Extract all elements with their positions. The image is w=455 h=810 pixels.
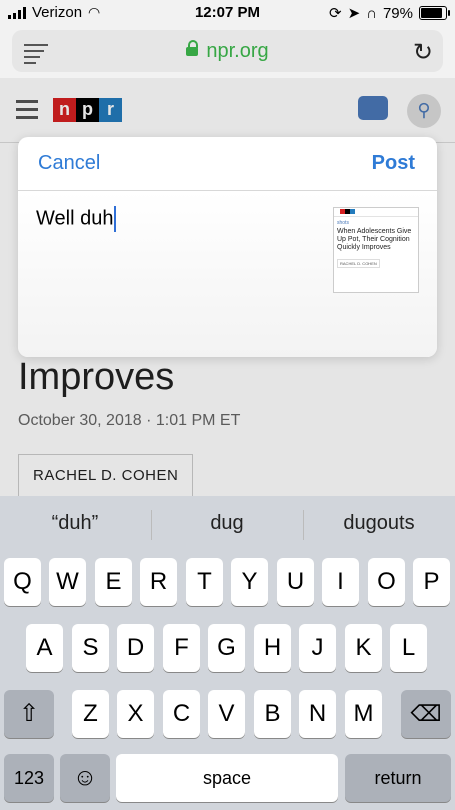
key-d[interactable]: D <box>117 624 154 672</box>
key-v[interactable]: V <box>208 690 245 738</box>
preview-header <box>334 208 418 217</box>
url-text: npr.org <box>206 40 269 62</box>
key-r[interactable]: R <box>140 558 177 606</box>
key-s[interactable]: S <box>72 624 109 672</box>
post-button[interactable]: Post <box>372 152 415 175</box>
key-g[interactable]: G <box>208 624 245 672</box>
battery-icon <box>419 6 450 20</box>
cancel-button[interactable]: Cancel <box>38 152 100 175</box>
emoji-key[interactable]: ☺ <box>60 754 110 802</box>
url-display[interactable]: npr.org <box>12 40 443 63</box>
emoji-icon: ☺ <box>72 764 98 791</box>
compose-text: Well duh <box>36 207 114 230</box>
key-u[interactable]: U <box>277 558 314 606</box>
key-n[interactable]: N <box>299 690 336 738</box>
link-preview-thumbnail: shots When Adolescents Give Up Pot, Thei… <box>333 207 419 293</box>
suggestion-2[interactable]: dug <box>152 512 302 535</box>
status-right: ⟳ ➤ ∩ 79% <box>329 4 450 22</box>
status-bar: Verizon ◠ 12:07 PM ⟳ ➤ ∩ 79% <box>0 0 455 26</box>
key-y[interactable]: Y <box>231 558 268 606</box>
preview-section: shots <box>337 220 349 226</box>
key-j[interactable]: J <box>299 624 336 672</box>
suggestion-bar: “duh” dug dugouts <box>0 496 455 556</box>
orientation-lock-icon: ⟳ <box>329 5 342 22</box>
key-w[interactable]: W <box>49 558 86 606</box>
preview-author: RACHEL D. COHEN <box>337 259 380 268</box>
location-icon: ➤ <box>347 5 361 22</box>
key-k[interactable]: K <box>345 624 382 672</box>
key-o[interactable]: O <box>368 558 405 606</box>
text-cursor <box>114 206 117 232</box>
key-f[interactable]: F <box>163 624 200 672</box>
sheet-header: Cancel Post <box>18 137 437 191</box>
key-e[interactable]: E <box>95 558 132 606</box>
shift-icon: ⇧ <box>18 700 40 727</box>
keyboard: “duh” dug dugouts Q W E R T Y U I O P A … <box>0 496 455 810</box>
key-q[interactable]: Q <box>4 558 41 606</box>
key-l[interactable]: L <box>390 624 427 672</box>
backspace-icon: ⌫ <box>410 701 442 726</box>
reload-icon[interactable]: ↻ <box>413 38 433 67</box>
share-compose-sheet: Cancel Post Well duh shots When Adolesce… <box>18 137 437 357</box>
key-x[interactable]: X <box>117 690 154 738</box>
key-m[interactable]: M <box>345 690 382 738</box>
headphones-icon: ∩ <box>366 4 377 22</box>
key-i[interactable]: I <box>322 558 359 606</box>
key-h[interactable]: H <box>254 624 291 672</box>
battery-percent: 79% <box>382 4 413 22</box>
lock-icon <box>186 40 199 57</box>
key-b[interactable]: B <box>254 690 291 738</box>
suggestion-3[interactable]: dugouts <box>304 512 454 535</box>
compose-text-field[interactable]: Well duh <box>36 206 117 232</box>
preview-title: When Adolescents Give Up Pot, Their Cogn… <box>337 228 412 251</box>
suggestion-1[interactable]: “duh” <box>0 512 150 535</box>
numbers-key[interactable]: 123 <box>4 754 54 802</box>
backspace-key[interactable]: ⌫ <box>401 690 451 738</box>
return-key[interactable]: return <box>345 754 451 802</box>
key-a[interactable]: A <box>26 624 63 672</box>
key-c[interactable]: C <box>163 690 200 738</box>
key-z[interactable]: Z <box>72 690 109 738</box>
address-bar[interactable]: npr.org ↻ <box>12 30 443 72</box>
shift-key[interactable]: ⇧ <box>4 690 54 738</box>
key-t[interactable]: T <box>186 558 223 606</box>
compose-area[interactable]: Well duh shots When Adolescents Give Up … <box>18 191 437 357</box>
key-p[interactable]: P <box>413 558 450 606</box>
space-key[interactable]: space <box>116 754 338 802</box>
